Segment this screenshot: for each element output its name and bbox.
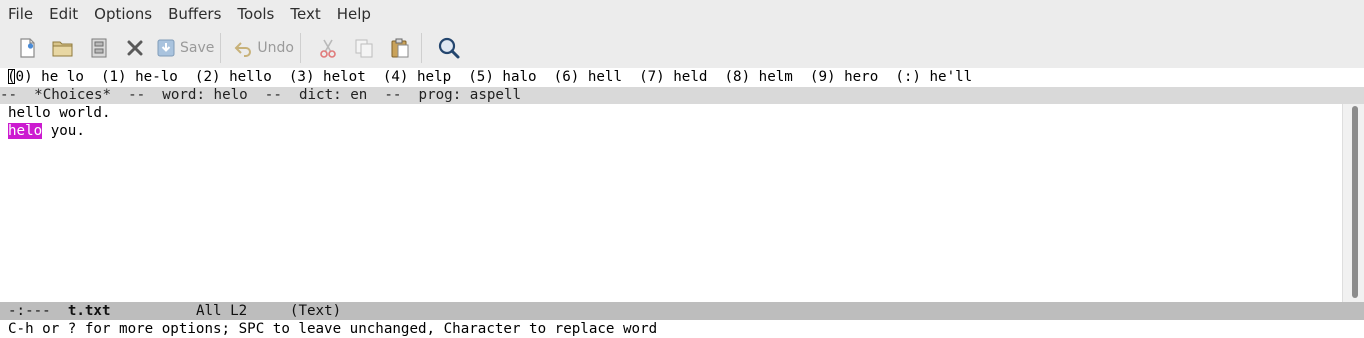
- new-file-icon: [20, 38, 35, 58]
- modeline: -:--- t.txt All L2 (Text): [0, 302, 1364, 320]
- menu-tools[interactable]: Tools: [229, 0, 282, 28]
- choices-text: (0) he lo (1) he-lo (2) hello (3) helot …: [7, 69, 973, 85]
- buffer-line-2: helo you.: [8, 122, 85, 140]
- menubar: File Edit Options Buffers Tools Text Hel…: [0, 0, 1364, 28]
- close-icon: [127, 40, 143, 56]
- menu-help[interactable]: Help: [329, 0, 379, 28]
- echo-area: C-h or ? for more options; SPC to leave …: [0, 320, 1364, 338]
- modeline-filename[interactable]: t.txt: [68, 303, 111, 319]
- scissors-icon: [320, 39, 336, 58]
- paste-button[interactable]: [385, 31, 415, 65]
- save-icon: [157, 39, 175, 57]
- toolbar-separator: [299, 33, 301, 63]
- save-button[interactable]: Save: [156, 31, 214, 65]
- buffer-line-2-rest: you.: [42, 123, 85, 139]
- cabinet-icon: [91, 38, 107, 58]
- menu-options[interactable]: Options: [86, 0, 160, 28]
- toolbar: Save Undo: [0, 28, 1364, 68]
- undo-icon: [234, 42, 252, 57]
- modeline-position: All L2: [195, 303, 248, 319]
- menu-file[interactable]: File: [0, 0, 41, 28]
- open-file-button[interactable]: [48, 31, 78, 65]
- scrollbar-thumb[interactable]: [1352, 106, 1358, 298]
- dired-button[interactable]: [84, 31, 114, 65]
- copy-button[interactable]: [349, 31, 379, 65]
- clipboard-icon: [391, 38, 409, 58]
- modeline-mode[interactable]: (Text): [290, 303, 341, 319]
- menu-buffers[interactable]: Buffers: [160, 0, 229, 28]
- editor-buffer[interactable]: hello world. helo you.: [0, 104, 1342, 302]
- spelling-choices-line[interactable]: (0) he lo (1) he-lo (2) hello (3) helot …: [0, 68, 1348, 86]
- menu-edit[interactable]: Edit: [41, 0, 86, 28]
- misspelled-word: helo: [8, 123, 43, 139]
- choices-modeline: -- *Choices* -- word: helo -- dict: en -…: [0, 87, 1364, 104]
- choices-modeline-text: -- *Choices* -- word: helo -- dict: en -…: [0, 87, 522, 103]
- search-icon: [438, 37, 460, 59]
- toolbar-separator: [220, 33, 222, 63]
- close-buffer-button[interactable]: [120, 31, 150, 65]
- vertical-scrollbar[interactable]: [1342, 104, 1364, 302]
- cut-button[interactable]: [313, 31, 343, 65]
- save-label: Save: [180, 40, 215, 56]
- modeline-status: -:---: [8, 303, 51, 319]
- toolbar-separator: [420, 33, 422, 63]
- search-button[interactable]: [434, 31, 464, 65]
- undo-label: Undo: [257, 40, 294, 56]
- copy-icon: [355, 39, 373, 58]
- menu-text[interactable]: Text: [282, 0, 328, 28]
- folder-icon: [52, 41, 73, 57]
- buffer-line-1: hello world.: [8, 105, 111, 121]
- new-file-button[interactable]: [12, 31, 42, 65]
- undo-button[interactable]: Undo: [233, 31, 294, 65]
